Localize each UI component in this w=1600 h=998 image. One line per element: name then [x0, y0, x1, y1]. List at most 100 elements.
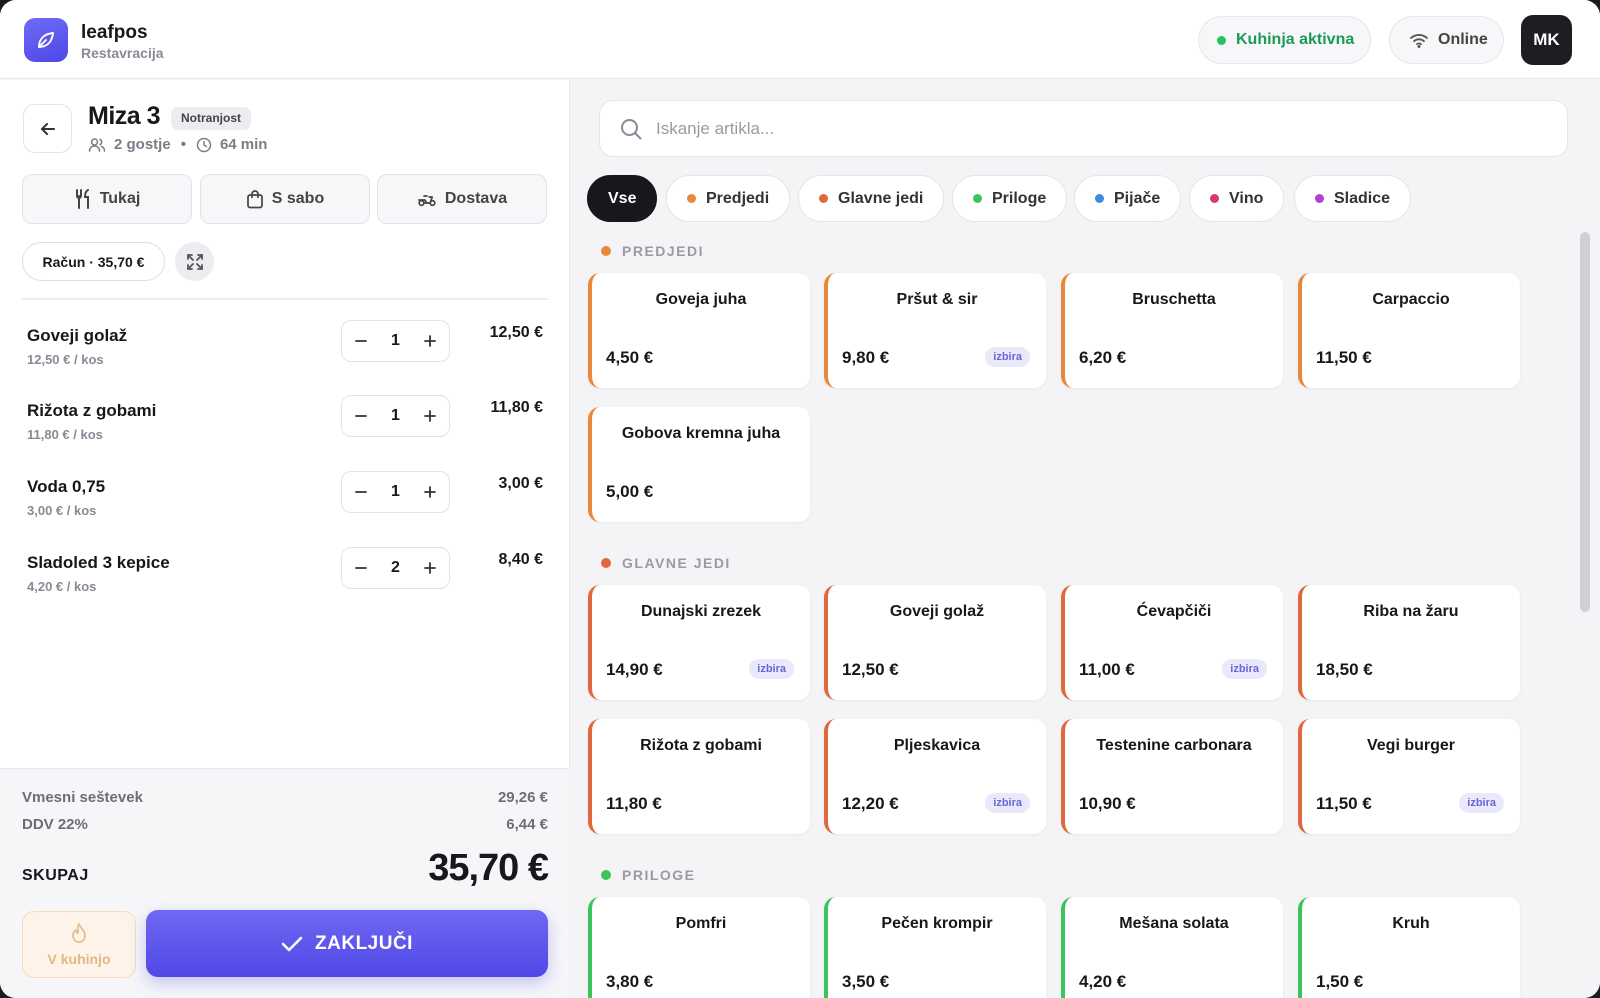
menu-item-name: Pljeskavica [893, 737, 981, 754]
vat-value: 6,44 € [506, 816, 548, 833]
order-line-item[interactable]: Sladoled 3 kepice 4,20 € / kos 2 8,40 € [22, 547, 548, 603]
category-dot-icon [973, 194, 982, 203]
table-title: Miza 3 [88, 102, 161, 130]
mode-tab-delivery[interactable]: Dostava [377, 174, 547, 224]
category-chip[interactable]: Priloge [952, 175, 1068, 222]
minus-icon [355, 415, 367, 417]
flame-icon [72, 922, 86, 943]
area-badge: Notranjost [171, 107, 251, 130]
category-label: Glavne jedi [838, 189, 924, 207]
guest-count: 2 gostje [114, 136, 171, 153]
menu-item-card[interactable]: Pršut & sir 9,80 € izbira [824, 273, 1046, 388]
search-bar[interactable] [599, 100, 1568, 157]
menu-item-card[interactable]: Dunajski zrezek 14,90 € izbira [588, 585, 810, 700]
menu-item-price: 5,00 € [606, 482, 654, 501]
quantity-stepper: 1 [341, 320, 450, 362]
menu-item-card[interactable]: Riba na žaru 18,50 € [1298, 585, 1520, 700]
menu-item-price: 18,50 € [1316, 660, 1373, 679]
increase-button[interactable] [419, 481, 441, 503]
increase-button[interactable] [419, 557, 441, 579]
kitchen-status-label: Kuhinja aktivna [1236, 31, 1355, 48]
decrease-button[interactable] [350, 330, 372, 352]
vat-label: DDV 22% [22, 816, 88, 833]
category-label: Priloge [992, 189, 1047, 207]
menu-item-card[interactable]: Bruschetta 6,20 € [1061, 273, 1283, 388]
category-label: Pijače [1114, 189, 1161, 207]
menu-item-price: 11,50 € [1316, 348, 1372, 367]
user-avatar[interactable]: MK [1521, 15, 1572, 65]
category-chip[interactable]: Predjedi [666, 175, 791, 222]
connection-status-pill[interactable]: Online [1389, 16, 1504, 64]
order-line-item[interactable]: Rižota z gobami 11,80 € / kos 1 11,80 € [22, 395, 548, 451]
order-line-item[interactable]: Goveji golaž 12,50 € / kos 1 12,50 € [22, 320, 548, 376]
item-unit-price: 4,20 € / kos [27, 579, 97, 594]
category-dot-icon [1210, 194, 1219, 203]
back-button[interactable] [23, 104, 72, 153]
menu-item-card[interactable]: Goveji golaž 12,50 € [824, 585, 1046, 700]
expand-icon [186, 253, 203, 270]
menu-item-card[interactable]: Pomfri 3,80 € [588, 897, 810, 998]
bill-selector[interactable]: Račun · 35,70 € [22, 242, 165, 281]
mode-tab-dine-in[interactable]: Tukaj [22, 174, 192, 224]
menu-item-card[interactable]: Pečen krompir 3,50 € [824, 897, 1046, 998]
category-chip[interactable]: Vino [1189, 175, 1285, 222]
mode-tab-takeaway[interactable]: S sabo [200, 174, 370, 224]
menu-item-card[interactable]: Testenine carbonara 10,90 € [1061, 719, 1283, 834]
guests-icon [88, 137, 106, 152]
mode-label: S sabo [271, 190, 325, 207]
item-total: 3,00 € [498, 475, 543, 492]
menu-item-price: 3,50 € [842, 972, 890, 991]
decrease-button[interactable] [350, 557, 372, 579]
menu-item-price: 14,90 € [606, 660, 663, 679]
send-to-kitchen-button[interactable]: V kuhinjo [22, 911, 136, 978]
menu-item-name: Pomfri [675, 915, 727, 932]
subtotal-label: Vmesni seštevek [22, 789, 143, 806]
search-input[interactable] [656, 118, 1536, 139]
decrease-button[interactable] [350, 405, 372, 427]
menu-item-name: Pršut & sir [896, 291, 978, 308]
minus-icon [355, 491, 367, 493]
scrollbar[interactable] [1580, 232, 1590, 612]
kitchen-status-pill[interactable]: Kuhinja aktivna [1198, 16, 1371, 64]
mode-label: Dostava [444, 190, 508, 207]
menu-item-price: 11,80 € [606, 794, 662, 813]
section-dot-icon [601, 246, 611, 256]
top-bar: leafpos Restavracija Kuhinja aktivna Onl… [0, 0, 1600, 79]
menu-item-card[interactable]: Goveja juha 4,50 € [588, 273, 810, 388]
total-label: SKUPAJ [22, 867, 89, 884]
order-line-item[interactable]: Voda 0,75 3,00 € / kos 1 3,00 € [22, 471, 548, 527]
vat-row: DDV 22% 6,44 € [22, 816, 548, 833]
increase-button[interactable] [419, 405, 441, 427]
menu-item-card[interactable]: Gobova kremna juha 5,00 € [588, 407, 810, 522]
menu-item-card[interactable]: Mešana solata 4,20 € [1061, 897, 1283, 998]
increase-button[interactable] [419, 330, 441, 352]
menu-item-card[interactable]: Kruh 1,50 € [1298, 897, 1520, 998]
decrease-button[interactable] [350, 481, 372, 503]
menu-item-card[interactable]: Vegi burger 11,50 € izbira [1298, 719, 1520, 834]
options-badge: izbira [985, 347, 1030, 367]
quantity-value: 2 [391, 559, 400, 576]
subtotal-row: Vmesni seštevek 29,26 € [22, 789, 548, 806]
section-heading: PRILOGE [601, 867, 696, 883]
menu-item-card[interactable]: Ćevapčiči 11,00 € izbira [1061, 585, 1283, 700]
category-chip[interactable]: Pijače [1074, 175, 1182, 222]
category-chip[interactable]: Sladice [1294, 175, 1412, 222]
menu-item-card[interactable]: Rižota z gobami 11,80 € [588, 719, 810, 834]
order-panel: Miza 3 Notranjost 2 gostje • 64 min Tuka… [0, 80, 570, 998]
subtotal-value: 29,26 € [497, 789, 548, 806]
category-chip[interactable]: Vse [587, 175, 658, 222]
finish-order-button[interactable]: ZAKLJUČI [146, 910, 548, 977]
connection-label: Online [1438, 31, 1488, 48]
menu-item-name: Rižota z gobami [640, 737, 762, 754]
item-unit-price: 3,00 € / kos [27, 503, 97, 518]
check-icon [281, 936, 303, 951]
total-value: 35,70 € [428, 847, 549, 889]
expand-button[interactable] [175, 242, 214, 281]
menu-item-card[interactable]: Pljeskavica 12,20 € izbira [824, 719, 1046, 834]
menu-item-name: Pečen krompir [881, 915, 993, 932]
category-chip[interactable]: Glavne jedi [798, 175, 945, 222]
divider [22, 298, 548, 300]
menu-item-card[interactable]: Carpaccio 11,50 € [1298, 273, 1520, 388]
finish-order-label: ZAKLJUČI [315, 932, 413, 954]
minus-icon [355, 567, 367, 569]
